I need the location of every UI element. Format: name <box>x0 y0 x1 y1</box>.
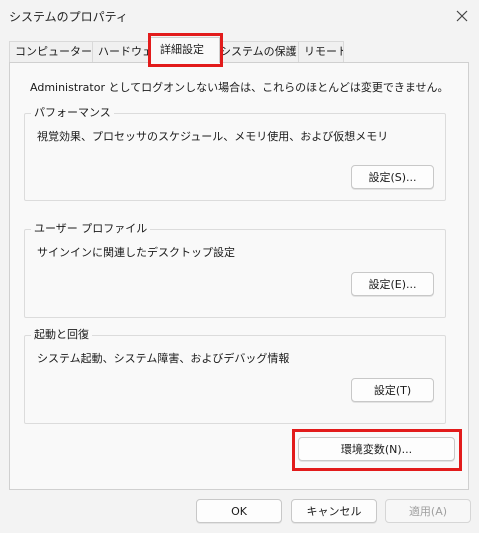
user-profile-settings-button[interactable]: 設定(E)... <box>351 272 434 296</box>
performance-settings-button[interactable]: 設定(S)... <box>351 165 434 189</box>
tab-advanced[interactable]: 詳細設定 <box>150 37 220 63</box>
tab-remote[interactable]: リモート <box>298 41 344 62</box>
user-profile-title: ユーザー プロファイル <box>31 222 151 236</box>
apply-button[interactable]: 適用(A) <box>385 499 471 523</box>
cancel-button[interactable]: キャンセル <box>291 499 377 523</box>
admin-note: Administrator としてログオンしない場合は、これらのほとんどは変更で… <box>30 81 449 94</box>
tab-system-protection[interactable]: システムの保護 <box>217 41 299 62</box>
tab-computer-name[interactable]: コンピューター名 <box>9 41 93 62</box>
startup-recovery-settings-button[interactable]: 設定(T) <box>351 378 434 402</box>
performance-description: 視覚効果、プロセッサのスケジュール、メモリ使用、および仮想メモリ <box>37 130 389 143</box>
tab-hardware[interactable]: ハードウェア <box>92 41 152 62</box>
performance-title: パフォーマンス <box>31 106 114 120</box>
user-profile-description: サインインに関連したデスクトップ設定 <box>37 246 235 259</box>
environment-variables-button[interactable]: 環境変数(N)... <box>298 437 455 461</box>
startup-recovery-title: 起動と回復 <box>31 328 92 342</box>
ok-button[interactable]: OK <box>196 499 282 523</box>
startup-recovery-description: システム起動、システム障害、およびデバッグ情報 <box>37 352 290 365</box>
tab-strip: コンピューター名 ハードウェア システムの保護 リモート 詳細設定 <box>0 0 479 70</box>
